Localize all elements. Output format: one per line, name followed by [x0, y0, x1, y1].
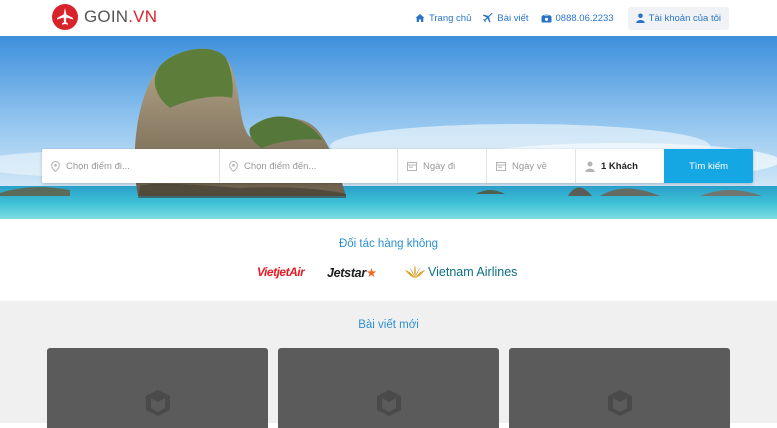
nav-home-label: Trang chủ — [428, 12, 472, 24]
site-logo-text: GOIN.VN — [84, 7, 158, 26]
guests-selector[interactable]: 1 Khách — [576, 149, 664, 183]
nav-home-link[interactable]: Trang chủ — [415, 13, 471, 24]
image-placeholder-icon — [146, 390, 170, 416]
map-pin-icon — [229, 160, 238, 172]
top-nav: Trang chủ Bài viết 0888.06.2233 Tài khoả… — [403, 0, 777, 36]
vietnam-airlines-logo: Vietnam Airlines — [404, 265, 517, 279]
vietjet-logo: VietjetAir — [257, 265, 305, 279]
partners-title: Đối tác hàng không — [338, 238, 439, 250]
home-icon — [415, 14, 425, 22]
image-placeholder-icon — [608, 390, 632, 416]
phone-icon — [541, 14, 552, 23]
articles-title: Bài viết mới — [358, 319, 419, 331]
origin-input[interactable] — [66, 160, 219, 172]
jetstar-logo: Jetstar★ — [327, 266, 377, 280]
article-card[interactable] — [47, 348, 268, 428]
flight-search-bar: 1 Khách Tìm kiếm — [42, 149, 753, 183]
user-icon — [585, 161, 595, 172]
calendar-icon — [496, 162, 506, 171]
return-date-input[interactable] — [512, 160, 575, 172]
hero-banner: 1 Khách Tìm kiếm — [0, 36, 777, 219]
calendar-icon — [407, 162, 417, 171]
destination-field[interactable] — [220, 149, 398, 183]
depart-date-input[interactable] — [423, 160, 486, 172]
lotus-icon — [405, 265, 425, 278]
site-logo[interactable]: GOIN.VN — [52, 4, 157, 30]
my-account-button[interactable]: Tài khoản của tôi — [627, 6, 729, 30]
nav-phone-link[interactable]: 0888.06.2233 — [541, 13, 614, 24]
nav-phone-label: 0888.06.2233 — [555, 12, 614, 24]
destination-input[interactable] — [244, 160, 397, 172]
plane-icon — [483, 13, 493, 23]
search-button[interactable]: Tìm kiếm — [664, 149, 753, 183]
origin-field[interactable] — [42, 149, 220, 183]
article-card[interactable] — [509, 348, 730, 428]
depart-date-field[interactable] — [398, 149, 487, 183]
user-icon — [635, 13, 645, 23]
nav-posts-label: Bài viết — [497, 12, 529, 24]
image-placeholder-icon — [377, 390, 401, 416]
airline-partners-section: Đối tác hàng không VietjetAir Jetstar★ V… — [0, 219, 777, 301]
hero-seascape-image — [0, 36, 777, 219]
plane-logo-icon — [52, 4, 78, 30]
guests-count: 1 Khách — [601, 160, 638, 172]
star-icon: ★ — [365, 266, 377, 280]
site-header: GOIN.VN Trang chủ Bài viết 0888.06.2233 … — [0, 0, 777, 36]
latest-articles-section: Bài viết mới — [0, 301, 777, 428]
nav-posts-link[interactable]: Bài viết — [483, 12, 529, 24]
article-card[interactable] — [278, 348, 499, 428]
partner-logos: VietjetAir Jetstar★ Vietnam Airlines — [0, 265, 777, 283]
my-account-label: Tài khoản của tôi — [648, 12, 721, 24]
return-date-field[interactable] — [487, 149, 576, 183]
map-pin-icon — [51, 160, 60, 172]
